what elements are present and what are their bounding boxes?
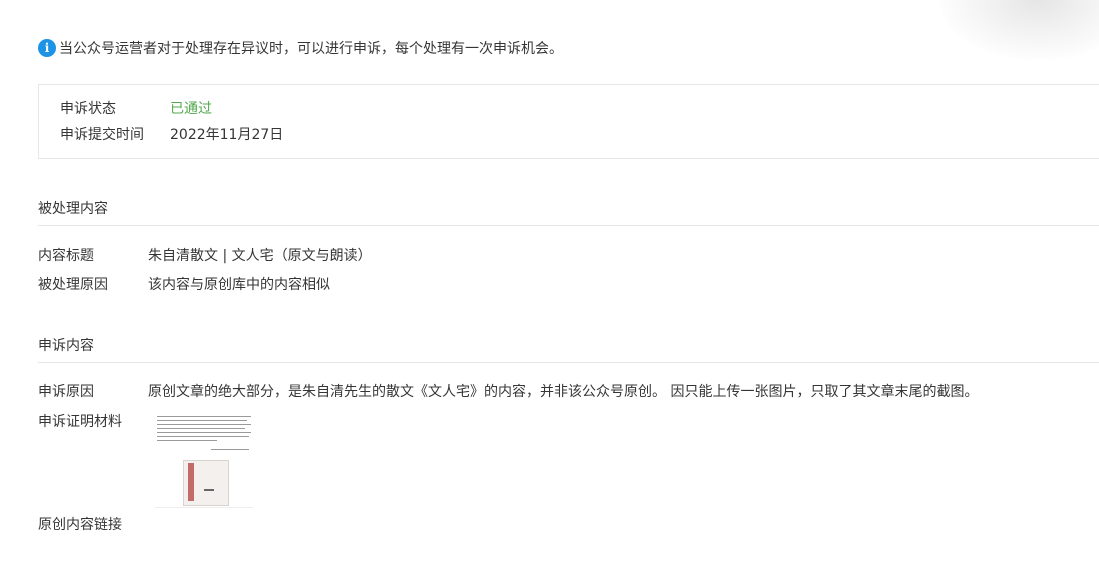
evidence-text-line — [157, 420, 247, 421]
content-title-row: 内容标题 朱自清散文 | 文人宅（原文与朗读） — [38, 243, 372, 267]
processed-divider — [38, 225, 1099, 226]
evidence-text-line — [211, 449, 249, 450]
evidence-text-line — [157, 440, 217, 441]
content-title-value: 朱自清散文 | 文人宅（原文与朗读） — [148, 248, 372, 264]
status-row: 申诉状态 已通过 — [60, 96, 212, 120]
evidence-book-image — [183, 460, 229, 506]
appeal-section-title: 申诉内容 — [38, 338, 94, 354]
content-title-label: 内容标题 — [38, 248, 94, 264]
corner-shadow — [939, 0, 1099, 60]
original-link-row: 原创内容链接 — [38, 512, 122, 536]
evidence-text-line — [157, 428, 245, 429]
evidence-label: 申诉证明材料 — [38, 414, 122, 430]
appeal-detail-page: i 当公众号运营者对于处理存在异议时，可以进行申诉，每个处理有一次申诉机会。 申… — [0, 0, 1099, 562]
evidence-text-line — [157, 432, 251, 433]
appeal-status-box: 申诉状态 已通过 申诉提交时间 2022年11月27日 — [38, 84, 1099, 159]
info-icon: i — [38, 39, 56, 57]
evidence-thumbnail[interactable] — [155, 414, 253, 508]
submit-time-label: 申诉提交时间 — [60, 127, 144, 143]
processed-reason-label: 被处理原因 — [38, 277, 108, 293]
evidence-row: 申诉证明材料 — [38, 409, 122, 433]
appeal-reason-row: 申诉原因 原创文章的绝大部分，是朱自清先生的散文《文人宅》的内容，并非该公众号原… — [38, 379, 978, 403]
original-link-label: 原创内容链接 — [38, 517, 122, 533]
appeal-reason-value: 原创文章的绝大部分，是朱自清先生的散文《文人宅》的内容，并非该公众号原创。 因只… — [148, 384, 979, 400]
appeal-divider — [38, 362, 1099, 363]
status-value: 已通过 — [170, 101, 212, 117]
submit-time-value: 2022年11月27日 — [170, 127, 284, 143]
submit-time-row: 申诉提交时间 2022年11月27日 — [60, 122, 283, 146]
processed-section-title: 被处理内容 — [38, 201, 108, 217]
evidence-text-line — [157, 424, 251, 425]
processed-reason-row: 被处理原因 该内容与原创库中的内容相似 — [38, 272, 330, 296]
evidence-text-line — [157, 416, 251, 417]
notice-text: 当公众号运营者对于处理存在异议时，可以进行申诉，每个处理有一次申诉机会。 — [59, 41, 563, 57]
processed-reason-value: 该内容与原创库中的内容相似 — [148, 277, 330, 293]
appeal-notice: i 当公众号运营者对于处理存在异议时，可以进行申诉，每个处理有一次申诉机会。 — [38, 38, 563, 58]
evidence-book-title — [204, 489, 214, 491]
evidence-book-spine — [188, 463, 194, 501]
status-label: 申诉状态 — [60, 101, 116, 117]
appeal-reason-label: 申诉原因 — [38, 384, 94, 400]
evidence-text-line — [157, 436, 249, 437]
